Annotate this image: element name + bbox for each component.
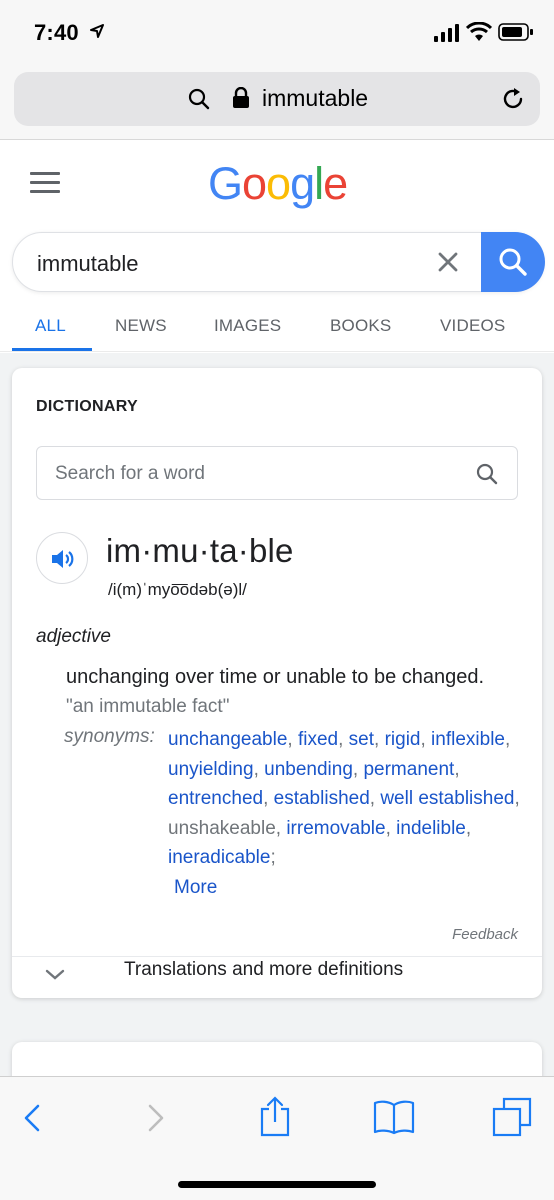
- status-bar: 7:40: [0, 0, 554, 66]
- search-button[interactable]: [481, 232, 545, 292]
- signal-icon: [434, 24, 459, 42]
- home-indicator: [178, 1181, 376, 1188]
- reload-icon[interactable]: [500, 86, 526, 112]
- tab-all[interactable]: ALL: [35, 316, 66, 336]
- definition: unchanging over time or unable to be cha…: [66, 666, 485, 688]
- search-tabs: ALL NEWS IMAGES BOOKS VIDEOS: [0, 300, 554, 352]
- logo-letter: G: [208, 158, 243, 209]
- search-input[interactable]: immutable: [37, 251, 138, 277]
- address-bar[interactable]: immutable: [14, 72, 540, 126]
- share-icon[interactable]: [258, 1095, 292, 1137]
- forward-icon[interactable]: [144, 1103, 168, 1133]
- tabs-icon[interactable]: [492, 1097, 532, 1137]
- synonym-link[interactable]: rigid: [385, 729, 421, 750]
- menu-icon[interactable]: [30, 172, 60, 194]
- synonyms-label: synonyms:: [64, 726, 155, 747]
- pronunciation-button[interactable]: [36, 532, 88, 584]
- synonym-link[interactable]: unbending: [264, 759, 353, 780]
- google-logo[interactable]: Google: [208, 158, 348, 210]
- speaker-icon: [52, 550, 74, 568]
- synonym-link[interactable]: inflexible: [431, 729, 505, 750]
- battery-icon: [498, 23, 533, 41]
- synonyms-list: unchangeable, fixed, set, rigid, inflexi…: [168, 729, 520, 898]
- more-synonyms-link[interactable]: More: [174, 877, 217, 898]
- active-tab-indicator: [12, 348, 92, 351]
- headword: im·mu·ta·ble: [106, 532, 294, 569]
- synonym-link[interactable]: permanent: [363, 759, 454, 780]
- tab-images[interactable]: IMAGES: [214, 316, 281, 336]
- dictionary-search-input[interactable]: Search for a word: [36, 446, 518, 500]
- feedback-link[interactable]: Feedback: [452, 926, 518, 943]
- tab-videos[interactable]: VIDEOS: [440, 316, 505, 336]
- synonym-link[interactable]: irremovable: [286, 818, 385, 839]
- address-text: immutable: [262, 85, 369, 111]
- synonym-link[interactable]: fixed: [298, 729, 338, 750]
- back-icon[interactable]: [20, 1103, 44, 1133]
- lock-icon: [233, 87, 249, 108]
- synonym-link: unshakeable: [168, 817, 276, 839]
- example-sentence: "an immutable fact": [66, 696, 230, 717]
- synonym-link[interactable]: entrenched: [168, 788, 263, 809]
- search-box[interactable]: immutable: [12, 232, 545, 292]
- chevron-down-icon: [45, 969, 65, 980]
- phonetic: /i(m)ˈmyo͞odəb(ə)l/: [108, 580, 247, 599]
- clear-icon[interactable]: [437, 251, 459, 273]
- location-arrow-icon: [90, 24, 104, 38]
- wifi-icon: [466, 22, 492, 41]
- browser-toolbar: [0, 1076, 554, 1200]
- part-of-speech: adjective: [36, 626, 111, 647]
- translations-label: Translations and more definitions: [124, 959, 404, 980]
- synonym-link[interactable]: unchangeable: [168, 729, 287, 750]
- logo-letter: e: [323, 158, 348, 209]
- tab-news[interactable]: NEWS: [115, 316, 167, 336]
- synonym-link[interactable]: unyielding: [168, 759, 254, 780]
- dictionary-heading: DICTIONARY: [36, 398, 138, 415]
- synonym-link[interactable]: ineradicable: [168, 847, 270, 868]
- search-icon: [499, 248, 527, 276]
- dictionary-search-placeholder: Search for a word: [55, 463, 205, 484]
- synonym-link[interactable]: indelible: [396, 818, 466, 839]
- bookmarks-icon[interactable]: [372, 1099, 416, 1135]
- search-icon: [188, 88, 210, 110]
- logo-letter: o: [266, 158, 291, 209]
- synonym-link[interactable]: set: [349, 729, 374, 750]
- logo-letter: g: [290, 158, 315, 209]
- search-icon[interactable]: [475, 462, 499, 486]
- synonym-link[interactable]: well established: [380, 788, 514, 809]
- status-time: 7:40: [34, 20, 79, 45]
- dictionary-card: DICTIONARY Search for a word im·mu·ta·bl…: [12, 368, 542, 998]
- tab-books[interactable]: BOOKS: [330, 316, 391, 336]
- logo-letter: l: [314, 158, 324, 209]
- logo-letter: o: [242, 158, 267, 209]
- browser-address-area: immutable: [0, 66, 554, 140]
- translations-expander[interactable]: Translations and more definitions: [12, 957, 542, 998]
- synonym-link[interactable]: established: [274, 788, 370, 809]
